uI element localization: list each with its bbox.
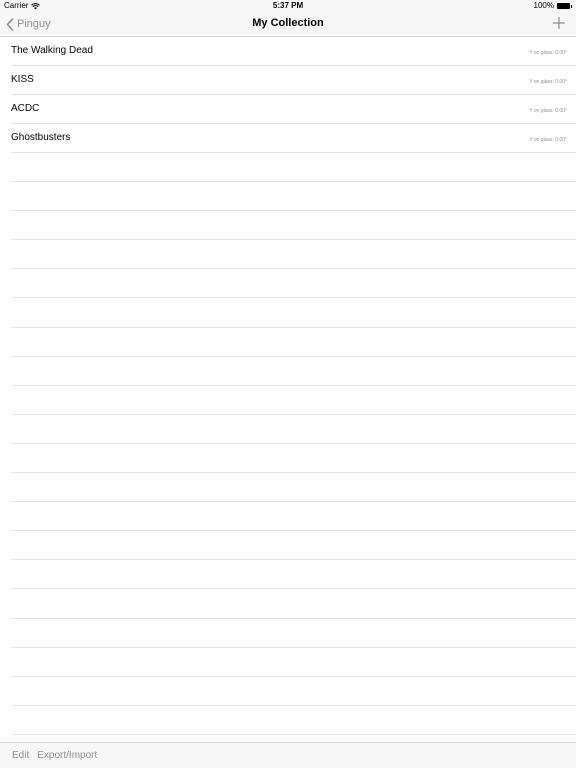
bottom-toolbar: Edit Export/Import (0, 742, 576, 768)
plus-icon[interactable] (552, 16, 566, 30)
list-item[interactable]: ACDC Y on glass: 0.00° (11, 95, 576, 124)
battery-icon (557, 3, 572, 9)
list-item-title: Ghostbusters (11, 132, 71, 143)
battery-percent: 100% (533, 1, 554, 10)
empty-row (11, 677, 576, 706)
empty-row (11, 415, 576, 444)
empty-row (11, 211, 576, 241)
empty-row (11, 328, 576, 357)
empty-row (11, 589, 576, 619)
status-time: 5:37 PM (272, 1, 304, 10)
list-item-title: ACDC (11, 103, 40, 114)
battery-tip (571, 4, 572, 8)
list-item-detail: Y on glass: 0.00° (529, 79, 567, 85)
status-bar: Carrier 5:37 PM 100% (0, 0, 576, 12)
status-right: 100% (534, 0, 572, 12)
empty-row (11, 182, 576, 212)
page-title: My Collection (252, 17, 324, 29)
empty-row (11, 444, 576, 474)
battery-body (557, 3, 570, 9)
list-item-title: KISS (11, 74, 34, 85)
empty-row (11, 648, 576, 677)
collection-list: The Walking Dead Y on glass: 0.00° KISS … (0, 37, 576, 735)
edit-button[interactable]: Edit (12, 750, 29, 761)
empty-row (11, 153, 576, 183)
list-item[interactable]: KISS Y on glass: 0.00° (11, 66, 576, 95)
empty-row (11, 531, 576, 561)
empty-row (11, 298, 576, 328)
list-item-detail: Y on glass: 0.00° (529, 50, 567, 56)
empty-row (11, 357, 576, 386)
empty-row (11, 502, 576, 532)
list-item[interactable]: The Walking Dead Y on glass: 0.00° (11, 37, 576, 66)
empty-row (11, 619, 576, 648)
screen: Carrier 5:37 PM 100% Pinguy My Collectio… (0, 0, 576, 768)
empty-row (11, 560, 576, 590)
list-item[interactable]: Ghostbusters Y on glass: 0.00° (11, 124, 576, 153)
empty-row (11, 706, 576, 735)
empty-row (11, 386, 576, 415)
list-item-detail: Y on glass: 0.00° (529, 137, 567, 143)
navigation-bar: Pinguy My Collection (0, 12, 576, 37)
empty-row (11, 473, 576, 503)
list-item-detail: Y on glass: 0.00° (529, 108, 567, 114)
export-import-button[interactable]: Export/Import (37, 750, 97, 761)
list-item-title: The Walking Dead (11, 45, 93, 56)
empty-row (11, 240, 576, 270)
empty-row (11, 269, 576, 299)
